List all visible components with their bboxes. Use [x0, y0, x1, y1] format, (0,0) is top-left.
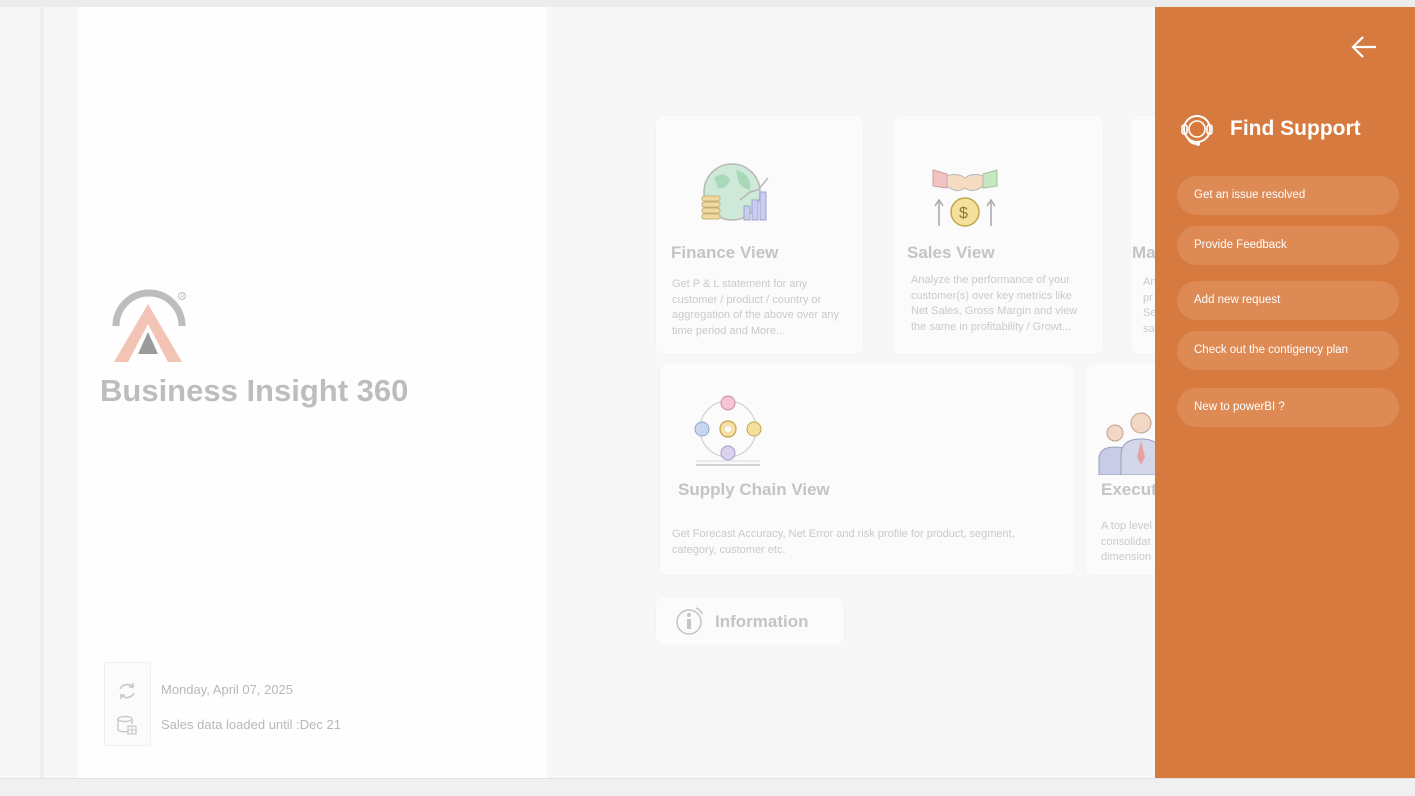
refresh-icon[interactable] — [116, 680, 138, 702]
network-gear-icon — [694, 395, 762, 466]
finance-view-description: Get P & L statement for any customer / p… — [672, 278, 839, 337]
handshake-dollar-icon: $ — [932, 169, 998, 227]
svg-text:R: R — [181, 294, 185, 300]
information-card[interactable]: Information — [656, 597, 844, 645]
sales-view-description: Analyze the performance of your customer… — [911, 274, 1078, 333]
executives-icon — [1098, 412, 1161, 475]
information-title: Information — [715, 612, 809, 631]
bottom-status-bar — [0, 778, 1415, 796]
globe-coins-chart-icon — [701, 163, 769, 221]
finance-view-card[interactable]: Finance View Get P & L statement for any… — [656, 116, 863, 354]
sales-view-title: Sales View — [907, 243, 995, 262]
app-title: Business Insight 360 — [100, 373, 409, 408]
sales-view-card[interactable]: $ Sales View Analyze the performance of … — [893, 116, 1103, 354]
contingency-plan-button[interactable]: Check out the contigency plan — [1177, 331, 1399, 370]
find-support-title: Find Support — [1230, 117, 1361, 140]
find-support-panel: Find Support Get an issue resolved Provi… — [1155, 7, 1415, 778]
supply-chain-view-card[interactable]: Supply Chain View Get Forecast Accuracy,… — [660, 363, 1075, 575]
current-date: Monday, April 07, 2025 — [161, 682, 294, 697]
info-icon — [676, 607, 703, 635]
executive-view-title: Execut — [1101, 480, 1157, 499]
get-issue-resolved-button[interactable]: Get an issue resolved — [1177, 176, 1399, 215]
finance-view-title: Finance View — [671, 243, 779, 262]
new-to-powerbi-button[interactable]: New to powerBI ? — [1177, 388, 1399, 427]
add-new-request-button[interactable]: Add new request — [1177, 281, 1399, 320]
database-icon — [117, 715, 137, 735]
atliq-logo: R — [112, 289, 186, 362]
provide-feedback-button[interactable]: Provide Feedback — [1177, 226, 1399, 265]
data-loaded-status: Sales data loaded until :Dec 21 — [161, 717, 341, 732]
supply-chain-view-title: Supply Chain View — [678, 480, 830, 499]
supply-chain-view-description: Get Forecast Accuracy, Net Error and ris… — [672, 528, 1015, 556]
top-strip — [0, 0, 1415, 7]
canvas-edge — [40, 7, 44, 778]
marketing-view-title: Ma — [1132, 243, 1156, 262]
executive-view-description: A top level consolidat dimension — [1101, 520, 1152, 563]
arrow-left-icon[interactable] — [1350, 33, 1378, 61]
headset-icon — [1181, 115, 1213, 146]
svg-text:$: $ — [959, 205, 968, 222]
